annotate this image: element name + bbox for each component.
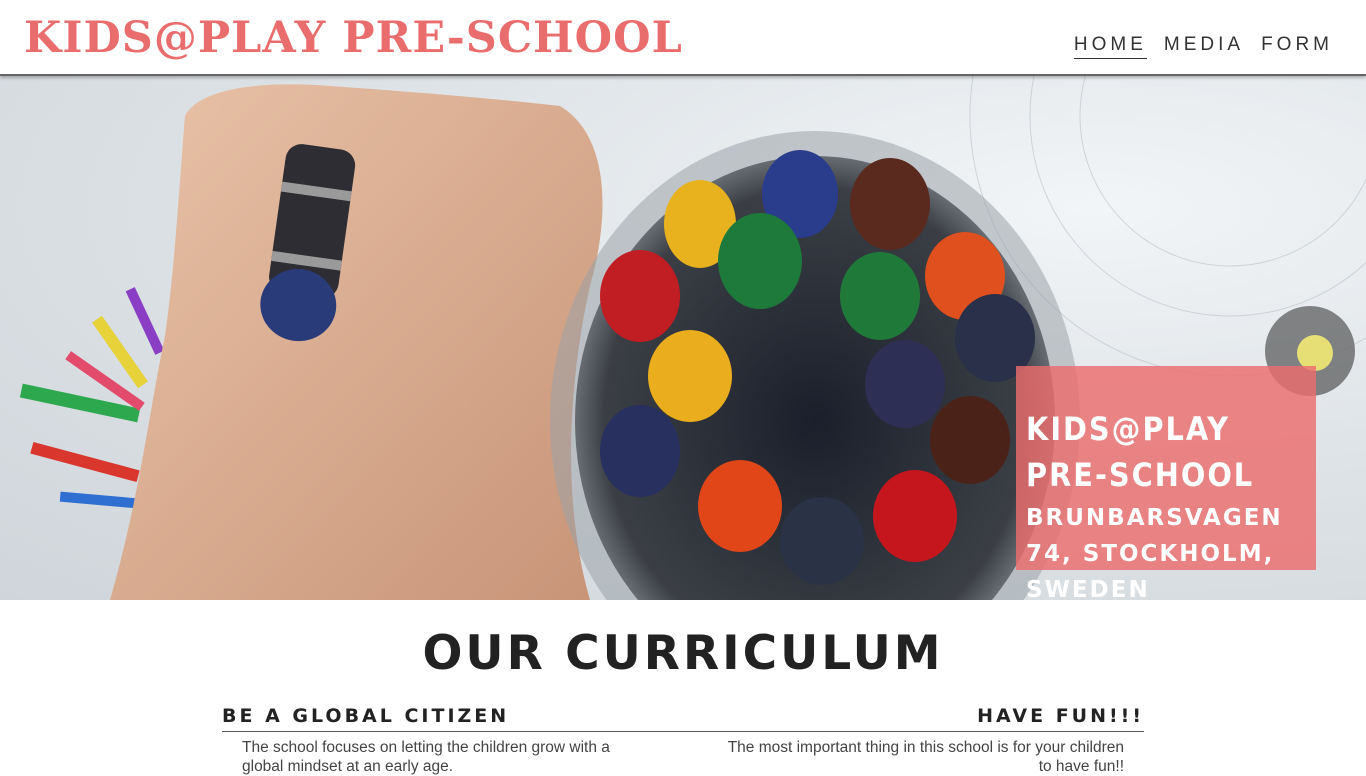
hero-info-card: KIDS@PLAY PRE-SCHOOL BRUNBARSVAGEN 74, S… (1016, 366, 1316, 600)
curriculum-item-heading: HAVE FUN!!! (683, 702, 1144, 732)
curriculum-item-text: The school focuses on letting the childr… (242, 739, 610, 775)
curriculum-title: OUR CURRICULUM (422, 626, 944, 681)
curriculum-item-heading: BE A GLOBAL CITIZEN (222, 702, 683, 732)
site-title[interactable]: KIDS@PLAY PRE-SCHOOL (24, 10, 683, 66)
hero-card-title: KIDS@PLAY PRE-SCHOOL (1026, 410, 1255, 494)
main-nav: HOME MEDIA FORM (1073, 34, 1333, 59)
curriculum-item-global-citizen: BE A GLOBAL CITIZEN The school focuses o… (222, 702, 683, 776)
site-header: KIDS@PLAY PRE-SCHOOL HOME MEDIA FORM (0, 0, 1366, 76)
nav-form[interactable]: FORM (1261, 34, 1333, 59)
nav-media[interactable]: MEDIA (1164, 34, 1244, 59)
child-hand (110, 84, 603, 600)
curriculum-item-text: The most important thing in this school … (727, 739, 1124, 775)
curriculum-item-have-fun: HAVE FUN!!! The most important thing in … (683, 702, 1144, 776)
hero-card-address: BRUNBARSVAGEN 74, STOCKHOLM, SWEDEN (1026, 505, 1283, 600)
nav-home[interactable]: HOME (1073, 34, 1147, 59)
hero-image: KIDS@PLAY PRE-SCHOOL BRUNBARSVAGEN 74, S… (0, 76, 1366, 600)
